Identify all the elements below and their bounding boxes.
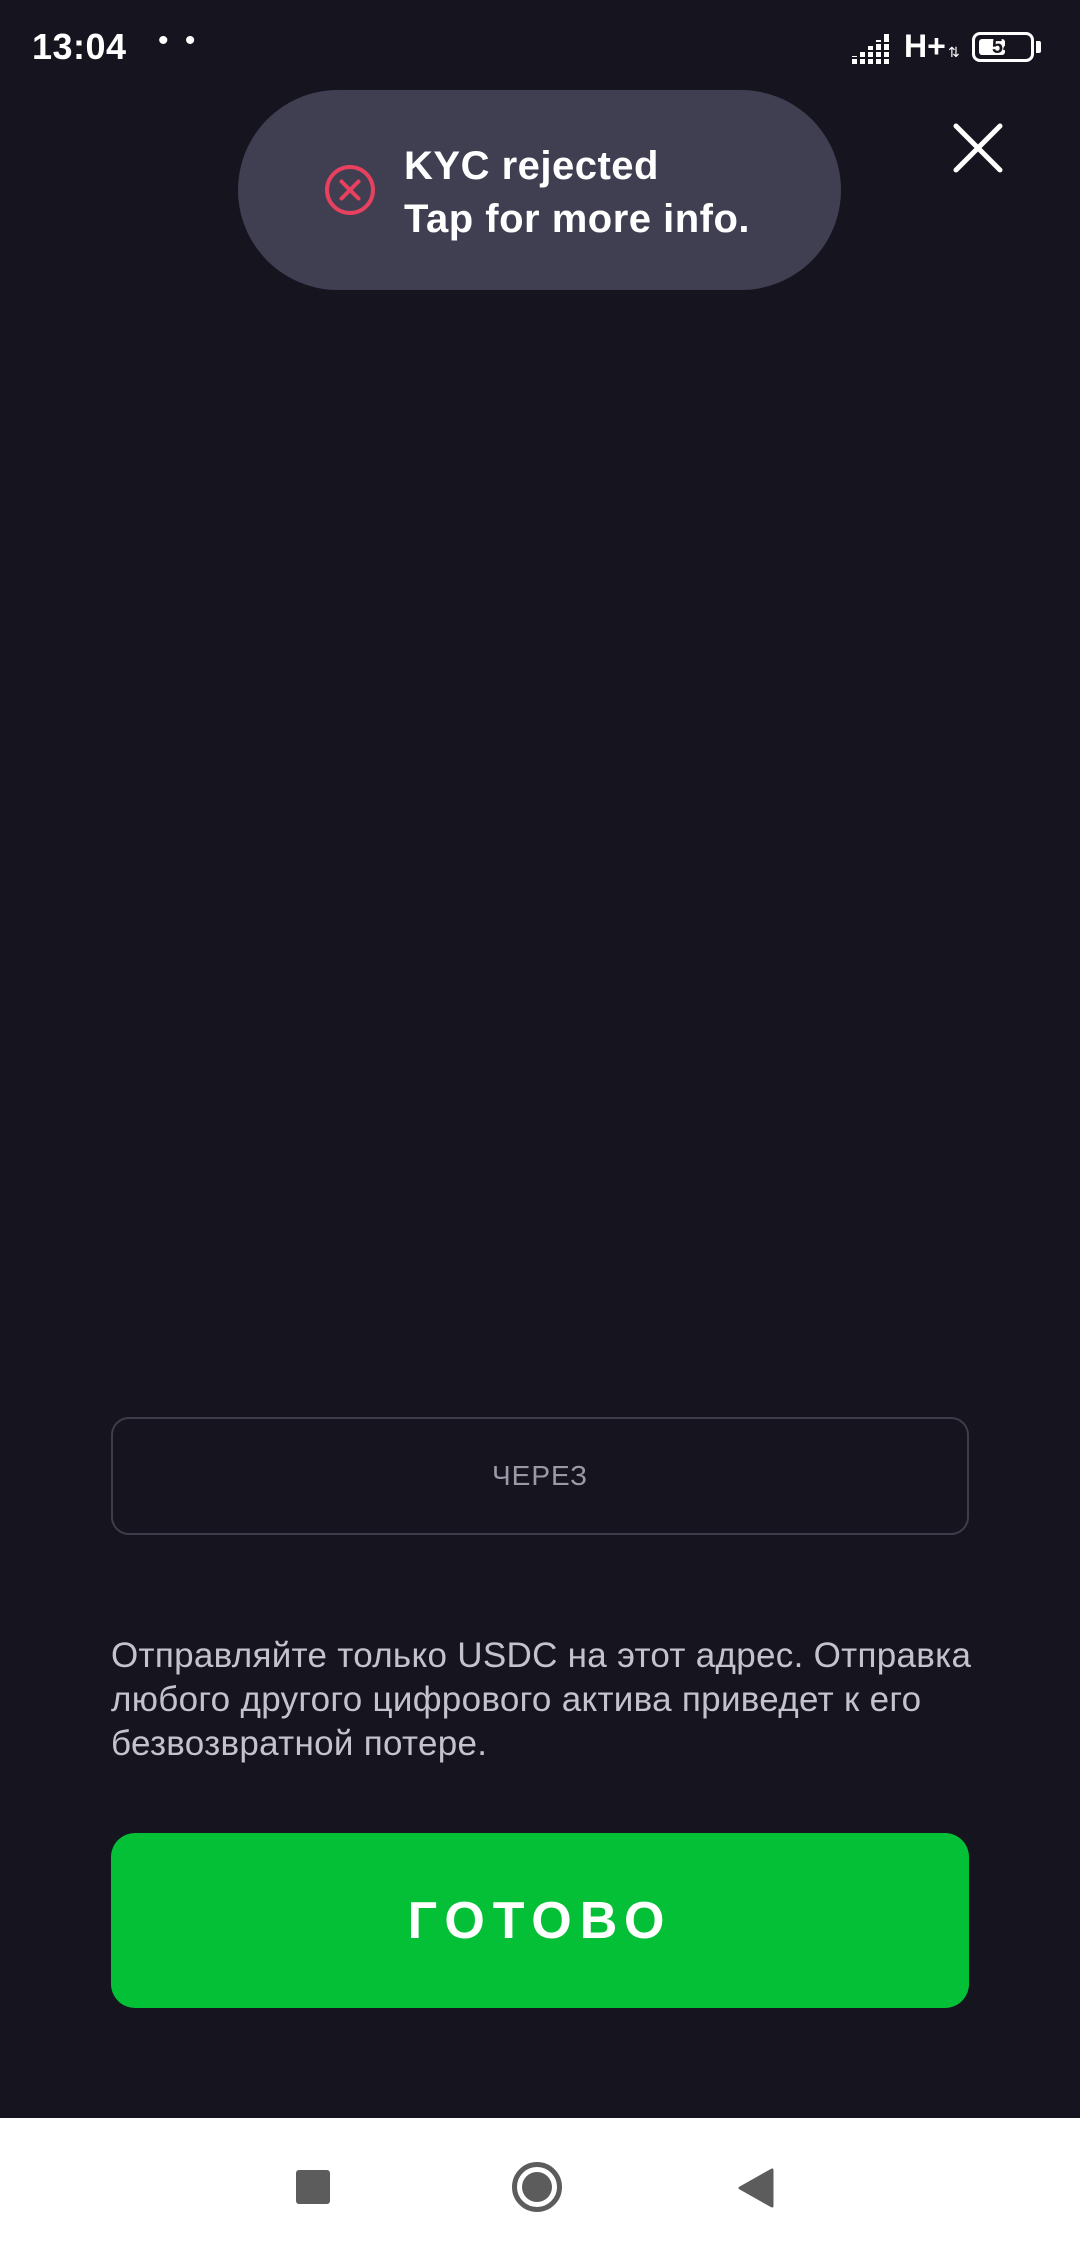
send-only-usdc-warning: Отправляйте только USDC на этот адрес. О… — [111, 1634, 981, 1766]
battery-tip — [1036, 41, 1041, 53]
warning-line: любого другого цифрового актива приведет… — [111, 1680, 922, 1719]
toast-message: KYC rejected Tap for more info. — [404, 140, 750, 246]
network-select-field[interactable]: ЧЕРЕЗ — [111, 1417, 969, 1535]
network-type: H+ — [904, 28, 946, 64]
kyc-rejected-toast[interactable]: KYC rejected Tap for more info. — [238, 90, 841, 290]
close-icon[interactable] — [950, 120, 1006, 176]
warning-line: Отправляйте только USDC на этот адрес. О… — [111, 1636, 972, 1675]
battery-icon: 54 — [972, 32, 1034, 62]
data-activity-icon: ⇅ — [948, 44, 960, 60]
battery-percent: 54 — [991, 36, 1015, 58]
signal-strength-icon — [852, 34, 889, 64]
status-bar: 13:04 • • H+ ⇅ 54 — [0, 0, 1080, 96]
toast-title: KYC rejected — [404, 144, 659, 188]
error-circle-x-icon — [325, 165, 375, 215]
square-recents-icon[interactable] — [296, 2170, 330, 2204]
toast-subtitle: Tap for more info. — [404, 197, 751, 241]
system-navigation-bar — [0, 2118, 1080, 2248]
circle-home-icon[interactable] — [511, 2161, 563, 2213]
done-button[interactable]: ГОТОВО — [111, 1833, 969, 2008]
triangle-back-icon[interactable] — [738, 2168, 774, 2208]
network-select-label: ЧЕРЕЗ — [492, 1460, 588, 1491]
status-time: 13:04 — [32, 26, 127, 67]
warning-line: безвозвратной потере. — [111, 1724, 488, 1763]
done-button-label: ГОТОВО — [407, 1891, 673, 1950]
deposit-address-screen: 13:04 • • H+ ⇅ 54 KYC rejected Tap for m… — [0, 0, 1080, 2248]
notification-dots: • • — [158, 24, 200, 57]
